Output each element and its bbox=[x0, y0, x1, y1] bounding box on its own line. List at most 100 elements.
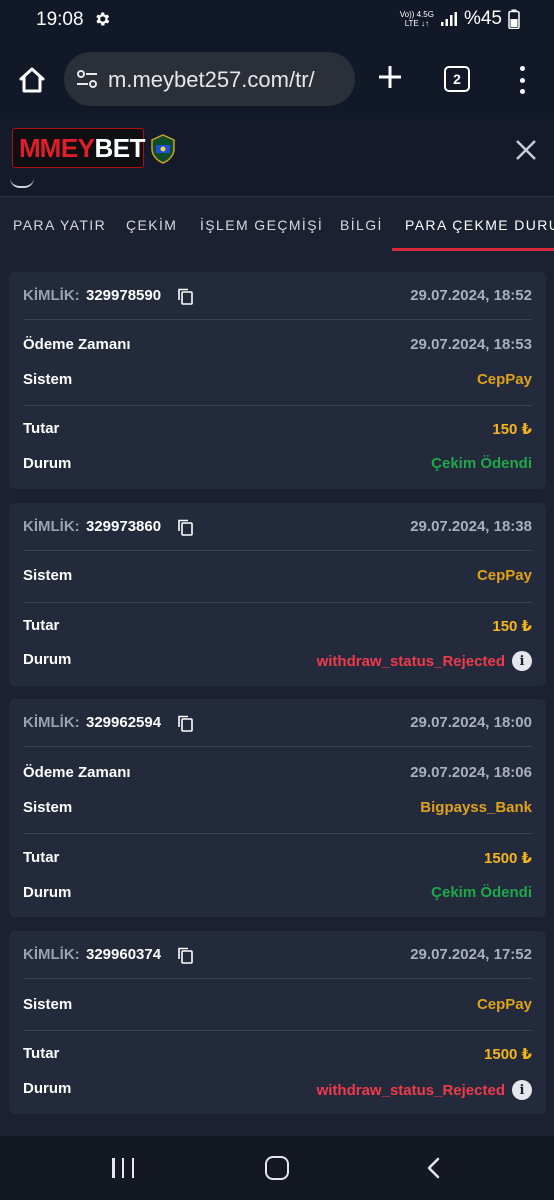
site-header: M MEYBET bbox=[0, 118, 554, 196]
gear-icon bbox=[96, 12, 110, 26]
status-row: Durum withdraw_status_Rejected i bbox=[23, 651, 532, 671]
divider bbox=[23, 405, 532, 406]
site-settings-icon[interactable] bbox=[76, 69, 98, 89]
payment-time-value: 29.07.2024, 18:06 bbox=[410, 764, 532, 781]
logo-mark: M bbox=[19, 132, 41, 163]
info-icon[interactable]: i bbox=[512, 1080, 532, 1100]
id-label: KİMLİK: bbox=[23, 946, 80, 963]
address-bar[interactable]: m.meybet257.com/tr/ bbox=[64, 52, 355, 106]
back-icon[interactable] bbox=[424, 1156, 444, 1180]
card-header: KİMLİK: 329973860 29.07.2024, 18:38 bbox=[23, 503, 532, 551]
info-icon[interactable]: i bbox=[512, 651, 532, 671]
tab-switcher-button[interactable]: 2 bbox=[444, 66, 470, 92]
system-value: CepPay bbox=[476, 996, 532, 1013]
emblem-icon bbox=[151, 134, 175, 164]
status-value: withdraw_status_Rejected i bbox=[317, 1080, 532, 1100]
card-header: KİMLİK: 329960374 29.07.2024, 17:52 bbox=[23, 931, 532, 979]
status-value: Çekim Ödendi bbox=[431, 455, 532, 472]
status-label: Durum bbox=[23, 455, 72, 472]
divider bbox=[23, 602, 532, 603]
id-label: KİMLİK: bbox=[23, 714, 80, 731]
amount-value: 1500 ₺ bbox=[484, 850, 532, 867]
withdrawal-card: KİMLİK: 329962594 29.07.2024, 18:00 Ödem… bbox=[9, 699, 546, 917]
payment-time-row: Ödeme Zamanı 29.07.2024, 18:53 bbox=[23, 336, 532, 356]
amount-row: Tutar 1500 ₺ bbox=[23, 849, 532, 869]
status-row: Durum Çekim Ödendi bbox=[23, 455, 532, 475]
status-bar: 19:08 Vo)) 4.5G LTE ↓↑ %45 bbox=[0, 0, 554, 40]
amount-label: Tutar bbox=[23, 1045, 60, 1062]
url-text[interactable]: m.meybet257.com/tr/ bbox=[108, 67, 315, 93]
transaction-id: 329960374 bbox=[86, 946, 162, 963]
copy-icon[interactable] bbox=[178, 715, 193, 732]
system-row: Sistem Bigpayss_Bank bbox=[23, 799, 532, 819]
status-label: Durum bbox=[23, 1080, 72, 1097]
network-indicator: Vo)) 4.5G LTE ↓↑ bbox=[400, 10, 434, 28]
status-row: Durum Çekim Ödendi bbox=[23, 884, 532, 904]
logo-wordmark: MEYBET bbox=[39, 132, 146, 163]
status-value: withdraw_status_Rejected i bbox=[317, 651, 532, 671]
divider bbox=[23, 1030, 532, 1031]
amount-value: 150 ₺ bbox=[492, 421, 532, 438]
amount-row: Tutar 150 ₺ bbox=[23, 617, 532, 637]
system-value: CepPay bbox=[476, 371, 532, 388]
home-icon[interactable] bbox=[16, 64, 48, 96]
system-label: Sistem bbox=[23, 996, 73, 1013]
amount-row: Tutar 150 ₺ bbox=[23, 420, 532, 440]
signal-icon bbox=[440, 12, 457, 26]
system-row: Sistem CepPay bbox=[23, 567, 532, 587]
new-tab-icon[interactable] bbox=[376, 63, 404, 91]
system-label: Sistem bbox=[23, 799, 73, 816]
tab-bar: PARA YATIR ÇEKİM İŞLEM GEÇMİŞİ BİLGİ PAR… bbox=[0, 196, 554, 252]
created-date: 29.07.2024, 18:52 bbox=[410, 287, 532, 304]
payment-time-label: Ödeme Zamanı bbox=[23, 764, 131, 781]
system-label: Sistem bbox=[23, 371, 73, 388]
battery-percent: %45 bbox=[463, 8, 502, 29]
recent-apps-icon[interactable] bbox=[112, 1158, 134, 1178]
meybet-logo[interactable]: M MEYBET bbox=[12, 128, 146, 168]
system-value: Bigpayss_Bank bbox=[420, 799, 532, 816]
transaction-id: 329973860 bbox=[86, 518, 162, 535]
withdrawal-card: KİMLİK: 329978590 29.07.2024, 18:52 Ödem… bbox=[9, 272, 546, 489]
system-nav-bar bbox=[0, 1136, 554, 1200]
system-value: CepPay bbox=[476, 567, 532, 584]
transaction-id: 329962594 bbox=[86, 714, 162, 731]
network-type-label: Vo)) 4.5G bbox=[399, 10, 434, 19]
status-label: Durum bbox=[23, 651, 72, 668]
system-label: Sistem bbox=[23, 567, 73, 584]
status-label: Durum bbox=[23, 884, 72, 901]
copy-icon[interactable] bbox=[178, 947, 193, 964]
payment-time-value: 29.07.2024, 18:53 bbox=[410, 336, 532, 353]
battery-icon bbox=[508, 9, 520, 29]
copy-icon[interactable] bbox=[178, 519, 193, 536]
status-text: withdraw_status_Rejected bbox=[316, 652, 505, 670]
tab-transaction-history[interactable]: İŞLEM GEÇMİŞİ bbox=[200, 217, 323, 233]
more-menu-icon[interactable] bbox=[512, 66, 532, 94]
partial-avatar-outline bbox=[10, 178, 34, 188]
amount-value: 1500 ₺ bbox=[484, 1046, 532, 1063]
active-tab-indicator bbox=[392, 248, 554, 251]
transaction-id: 329978590 bbox=[86, 287, 162, 304]
network-lte-label: LTE ↓↑ bbox=[404, 19, 429, 28]
withdrawal-card: KİMLİK: 329960374 29.07.2024, 17:52 Sist… bbox=[9, 931, 546, 1114]
amount-value: 150 ₺ bbox=[492, 618, 532, 635]
tab-deposit[interactable]: PARA YATIR bbox=[13, 217, 106, 233]
tab-withdraw-status[interactable]: PARA ÇEKME DURUMU bbox=[405, 217, 554, 233]
payment-time-label: Ödeme Zamanı bbox=[23, 336, 131, 353]
amount-label: Tutar bbox=[23, 617, 60, 634]
id-label: KİMLİK: bbox=[23, 287, 80, 304]
amount-label: Tutar bbox=[23, 420, 60, 437]
close-icon[interactable] bbox=[514, 138, 538, 162]
created-date: 29.07.2024, 18:00 bbox=[410, 714, 532, 731]
payment-time-row: Ödeme Zamanı 29.07.2024, 18:06 bbox=[23, 764, 532, 784]
amount-row: Tutar 1500 ₺ bbox=[23, 1045, 532, 1065]
system-row: Sistem CepPay bbox=[23, 371, 532, 391]
id-label: KİMLİK: bbox=[23, 518, 80, 535]
tab-info[interactable]: BİLGİ bbox=[340, 217, 383, 233]
created-date: 29.07.2024, 18:38 bbox=[410, 518, 532, 535]
copy-icon[interactable] bbox=[178, 288, 193, 305]
status-text: withdraw_status_Rejected bbox=[316, 1081, 505, 1099]
amount-label: Tutar bbox=[23, 849, 60, 866]
card-header: KİMLİK: 329962594 29.07.2024, 18:00 bbox=[23, 699, 532, 747]
home-nav-icon[interactable] bbox=[265, 1156, 289, 1180]
tab-withdraw[interactable]: ÇEKİM bbox=[126, 217, 177, 233]
